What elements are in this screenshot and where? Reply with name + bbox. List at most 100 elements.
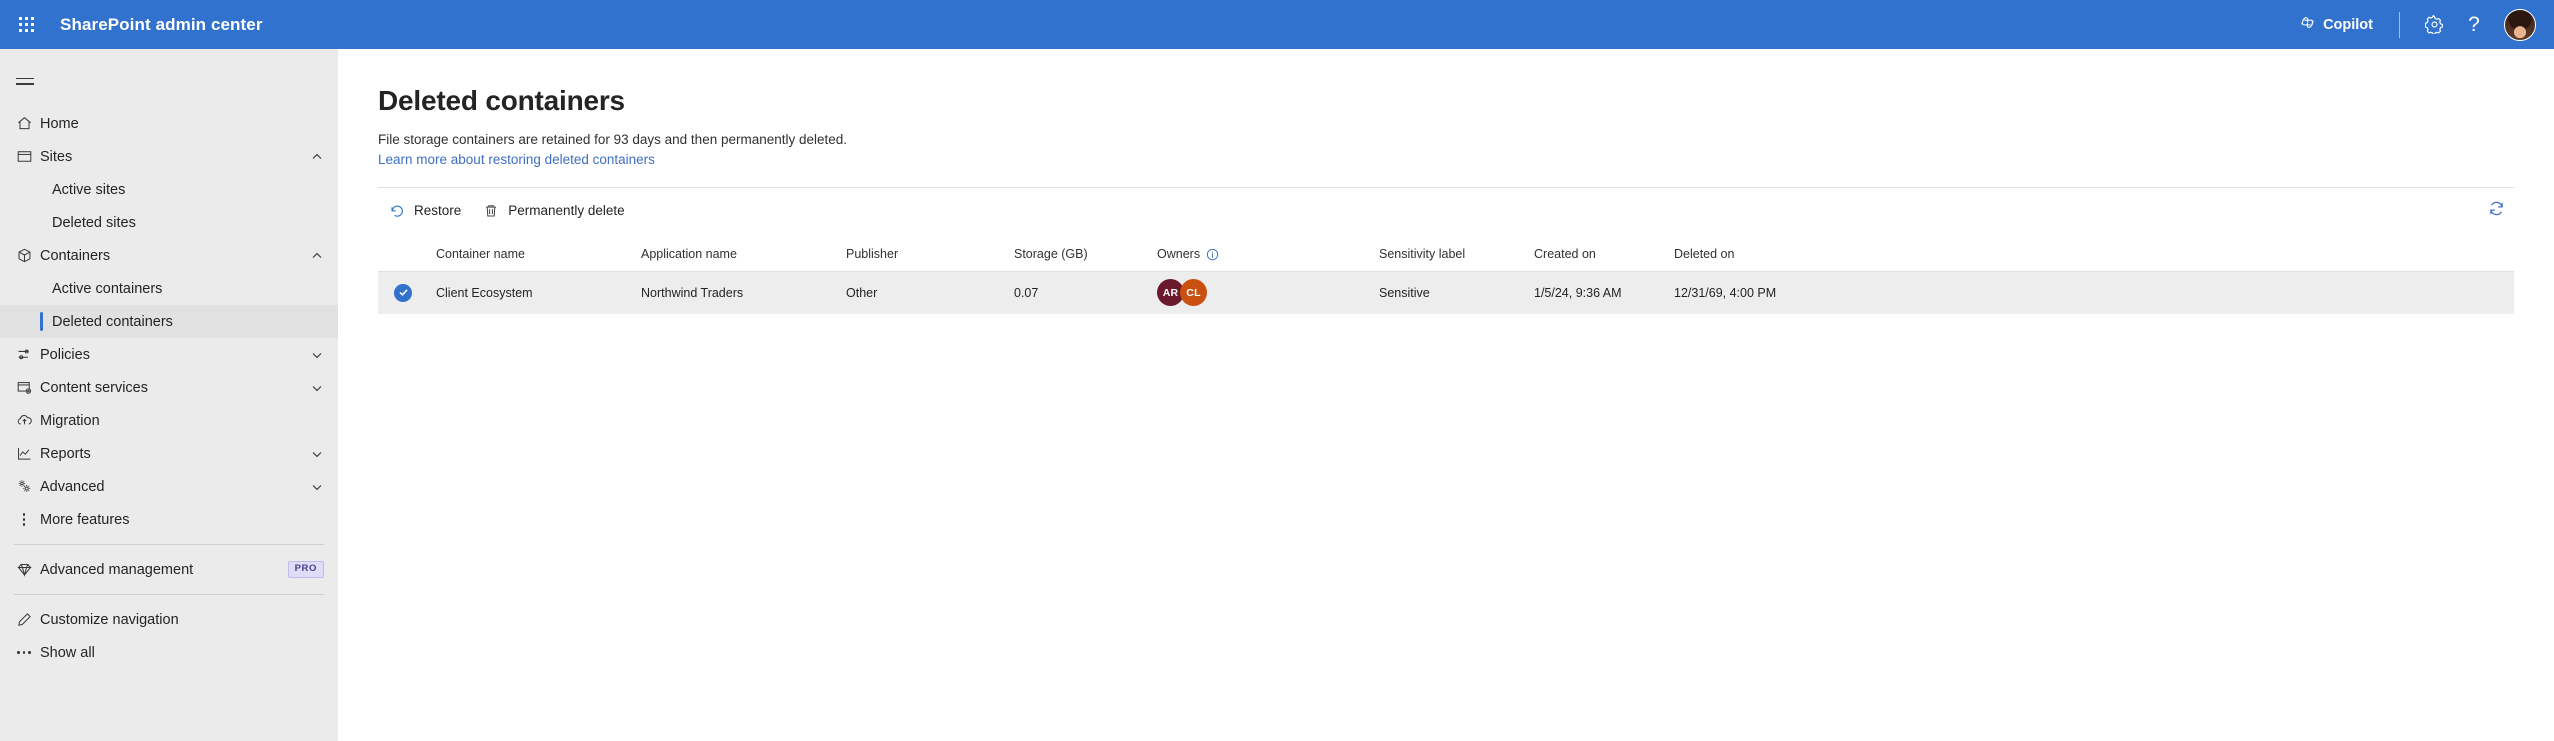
- cell-created-on: 1/5/24, 9:36 AM: [1534, 271, 1674, 314]
- copilot-button[interactable]: Copilot: [2287, 8, 2385, 41]
- home-icon: [8, 115, 40, 132]
- column-header-publisher[interactable]: Publisher: [846, 237, 1014, 272]
- container-box-icon: [8, 247, 40, 264]
- pencil-edit-icon: [8, 611, 40, 628]
- sidebar-item-migration[interactable]: Migration: [0, 404, 338, 437]
- column-header-deleted-on[interactable]: Deleted on: [1674, 237, 2514, 272]
- sidebar-item-label: Customize navigation: [40, 611, 179, 628]
- sidebar-item-label: Home: [40, 115, 79, 132]
- hamburger-menu-icon[interactable]: [8, 61, 48, 101]
- permanently-delete-label: Permanently delete: [508, 203, 625, 218]
- select-all-header[interactable]: [378, 237, 436, 272]
- sidebar-divider: [14, 594, 324, 595]
- column-header-storage[interactable]: Storage (GB): [1014, 237, 1157, 272]
- column-label: Application name: [641, 247, 737, 261]
- chevron-down-icon[interactable]: [310, 480, 324, 494]
- page-title: Deleted containers: [378, 85, 625, 116]
- sidebar-item-customize-navigation[interactable]: Customize navigation: [0, 603, 338, 636]
- sidebar-item-deleted-sites[interactable]: Deleted sites: [0, 206, 338, 239]
- avatar[interactable]: CL: [1180, 279, 1207, 307]
- row-select-cell[interactable]: [378, 271, 436, 314]
- cloud-upload-icon: [8, 412, 40, 429]
- chevron-down-icon[interactable]: [310, 348, 324, 362]
- app-header: SharePoint admin center Copilot ?: [0, 0, 2554, 49]
- sidebar-item-label: Containers: [40, 247, 111, 264]
- sidebar-item-deleted-containers[interactable]: Deleted containers: [0, 305, 338, 338]
- cell-publisher: Other: [846, 271, 1014, 314]
- column-header-container-name[interactable]: Container name: [436, 237, 641, 272]
- sidebar-item-label: Show all: [40, 644, 95, 661]
- sidebar-item-policies[interactable]: Policies: [0, 338, 338, 371]
- sidebar-item-label: Active sites: [52, 181, 126, 198]
- info-circle-icon[interactable]: [1206, 248, 1219, 261]
- sidebar-item-content-services[interactable]: Content services: [0, 371, 338, 404]
- sidebar-item-label: Content services: [40, 379, 148, 396]
- gear-icon[interactable]: [2414, 5, 2454, 45]
- sidebar-item-label: Reports: [40, 445, 91, 462]
- sidebar-item-label: Policies: [40, 346, 90, 363]
- sidebar-item-home[interactable]: Home: [0, 107, 338, 140]
- sidebar-item-label: Migration: [40, 412, 100, 429]
- sidebar-navigation: Home Sites Active sites Deleted sites Co…: [0, 49, 338, 741]
- sidebar-item-sites[interactable]: Sites: [0, 140, 338, 173]
- sidebar-item-active-sites[interactable]: Active sites: [0, 173, 338, 206]
- content-services-icon: [8, 379, 40, 396]
- column-label: Container name: [436, 247, 525, 261]
- permanently-delete-button[interactable]: Permanently delete: [472, 193, 635, 229]
- question-mark-icon[interactable]: ?: [2454, 5, 2494, 45]
- column-header-owners[interactable]: Owners: [1157, 237, 1379, 272]
- avatar[interactable]: [2504, 8, 2536, 41]
- column-header-created-on[interactable]: Created on: [1534, 237, 1674, 272]
- chevron-up-icon[interactable]: [310, 249, 324, 263]
- sidebar-divider: [14, 544, 324, 545]
- command-bar: Restore Permanently delete: [378, 187, 2514, 231]
- refresh-icon: [2487, 199, 2506, 223]
- diamond-icon: [8, 561, 40, 578]
- chevron-down-icon[interactable]: [310, 447, 324, 461]
- page-shell: Home Sites Active sites Deleted sites Co…: [0, 49, 2554, 741]
- sidebar-item-label: Deleted sites: [52, 214, 136, 231]
- page-description: File storage containers are retained for…: [378, 132, 848, 147]
- table-row[interactable]: Client Ecosystem Northwind Traders Other…: [378, 271, 2514, 314]
- copilot-label: Copilot: [2323, 16, 2373, 33]
- sidebar-item-advanced-management[interactable]: Advanced management PRO: [0, 553, 338, 586]
- column-label: Owners: [1157, 247, 1201, 261]
- sidebar-item-label: Advanced management: [40, 561, 194, 578]
- refresh-button[interactable]: [2478, 193, 2514, 229]
- table-header-row: Container name Application name Publishe…: [378, 237, 2514, 272]
- sidebar-item-active-containers[interactable]: Active containers: [0, 272, 338, 305]
- help-glyph: ?: [2468, 13, 2480, 36]
- sidebar-item-label: Active containers: [52, 280, 163, 297]
- cell-storage-gb: 0.07: [1014, 271, 1157, 314]
- column-header-application-name[interactable]: Application name: [641, 237, 846, 272]
- sidebar-item-advanced[interactable]: Advanced: [0, 470, 338, 503]
- cell-application-name: Northwind Traders: [641, 271, 846, 314]
- cell-container-name[interactable]: Client Ecosystem: [436, 271, 641, 314]
- sidebar-item-more-features[interactable]: More features: [0, 503, 338, 536]
- copilot-icon: [2299, 14, 2316, 35]
- restore-arrow-icon: [389, 203, 405, 219]
- sites-icon: [8, 148, 40, 165]
- sidebar-item-label: More features: [40, 511, 130, 528]
- cell-sensitivity-label: Sensitive: [1379, 271, 1534, 314]
- learn-more-link[interactable]: Learn more about restoring deleted conta…: [378, 151, 655, 169]
- chevron-up-icon[interactable]: [310, 150, 324, 164]
- checkmark-circle-icon[interactable]: [394, 283, 412, 302]
- sidebar-item-label: Advanced: [40, 478, 105, 495]
- sidebar-item-show-all[interactable]: Show all: [0, 636, 338, 669]
- header-actions: Copilot ?: [2287, 5, 2536, 45]
- sidebar-item-label: Sites: [40, 148, 73, 165]
- deleted-containers-table: Container name Application name Publishe…: [378, 237, 2514, 314]
- pro-badge: PRO: [287, 561, 324, 578]
- sliders-icon: [8, 346, 40, 363]
- restore-button[interactable]: Restore: [378, 193, 472, 229]
- column-header-sensitivity-label[interactable]: Sensitivity label: [1379, 237, 1534, 272]
- app-title[interactable]: SharePoint admin center: [60, 15, 263, 35]
- app-launcher-icon[interactable]: [6, 5, 46, 45]
- column-label: Deleted on: [1674, 247, 1735, 261]
- sidebar-item-reports[interactable]: Reports: [0, 437, 338, 470]
- sidebar-item-containers[interactable]: Containers: [0, 239, 338, 272]
- column-label: Publisher: [846, 247, 899, 261]
- owners-facepile: AR CL: [1157, 279, 1371, 307]
- chevron-down-icon[interactable]: [310, 381, 324, 395]
